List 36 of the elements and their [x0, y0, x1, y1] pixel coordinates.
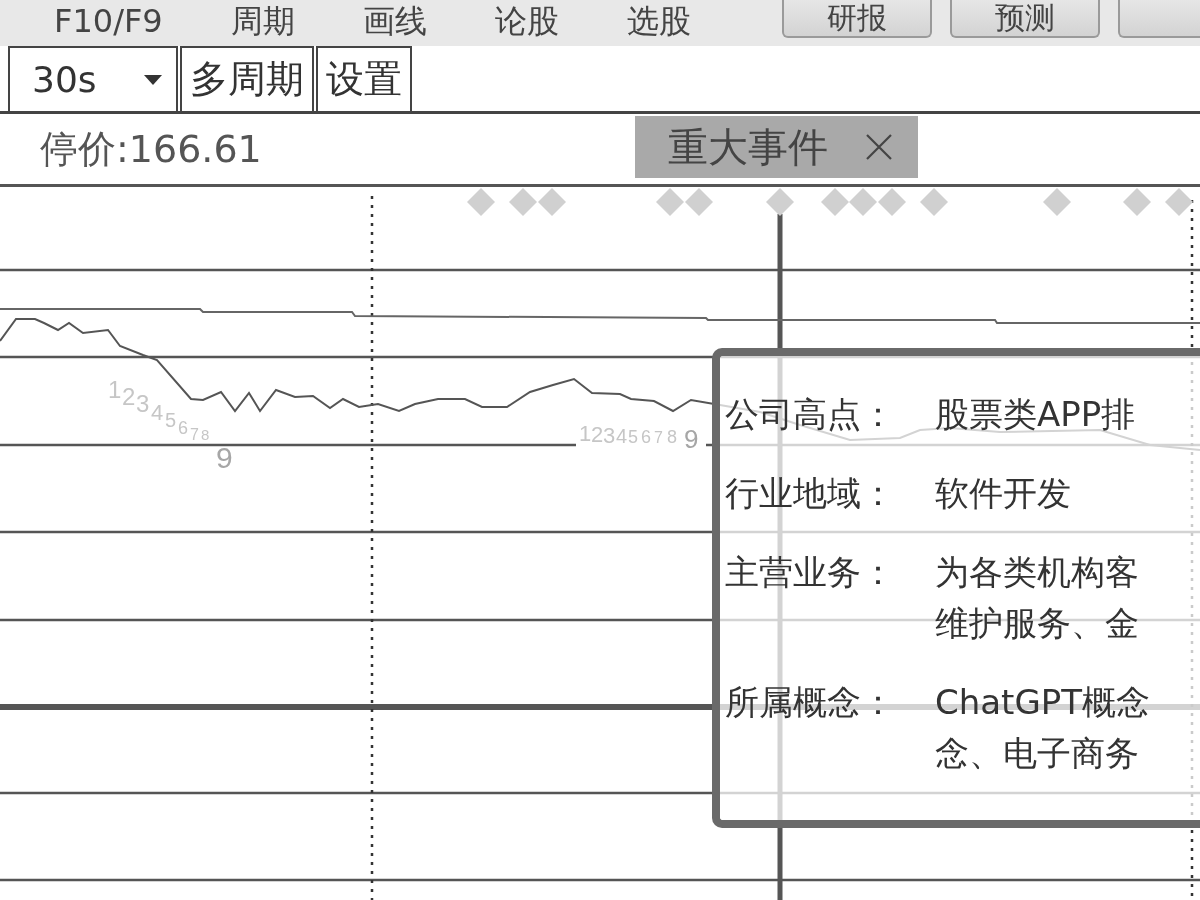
toolbar-button[interactable]: 预测: [950, 0, 1100, 38]
diamond-marker-icon[interactable]: [685, 188, 713, 216]
caret-icon: [144, 74, 162, 85]
diamond-marker-icon[interactable]: [849, 188, 877, 216]
menu-item[interactable]: 画线: [328, 0, 461, 42]
diamond-marker-icon[interactable]: [1123, 188, 1151, 216]
field-value: 股票类APP排: [935, 393, 1136, 436]
field-label: 公司高点：: [725, 393, 895, 436]
limit-price-text: 停价:166.61: [40, 125, 262, 173]
toolbar-button[interactable]: 多周期: [180, 46, 314, 111]
menu-item[interactable]: 周期: [196, 0, 329, 42]
period-dropdown[interactable]: 30s: [8, 46, 178, 111]
diamond-marker-icon[interactable]: [1043, 188, 1071, 216]
diamond-marker-icon[interactable]: [766, 188, 794, 216]
toolbar-button[interactable]: 设置: [316, 46, 412, 111]
diamond-marker-icon[interactable]: [920, 188, 948, 216]
diamond-marker-icon[interactable]: [1165, 188, 1193, 216]
diamond-marker-icon[interactable]: [821, 188, 849, 216]
field-label: 主营业务：: [725, 551, 895, 594]
diamond-marker-icon[interactable]: [878, 188, 906, 216]
toolbar-button[interactable]: [1118, 0, 1200, 38]
diamond-marker-icon[interactable]: [509, 188, 537, 216]
diamond-marker-icon[interactable]: [467, 188, 495, 216]
field-value: 为各类机构客 维护服务、金: [935, 551, 1139, 645]
menu-item[interactable]: 选股: [592, 0, 725, 42]
diamond-marker-icon[interactable]: [538, 188, 566, 216]
close-icon[interactable]: [866, 134, 892, 160]
event-tab[interactable]: 重大事件: [635, 116, 918, 178]
toolbar-button[interactable]: 研报: [782, 0, 932, 38]
menu-item[interactable]: F10/F9: [20, 0, 197, 42]
field-label: 所属概念：: [725, 681, 895, 724]
field-label: 行业地域：: [725, 472, 895, 515]
menu-item[interactable]: 论股: [460, 0, 593, 42]
field-value: ChatGPT概念 念、电子商务: [935, 681, 1151, 775]
field-value: 软件开发: [935, 472, 1071, 515]
diamond-marker-icon[interactable]: [656, 188, 684, 216]
